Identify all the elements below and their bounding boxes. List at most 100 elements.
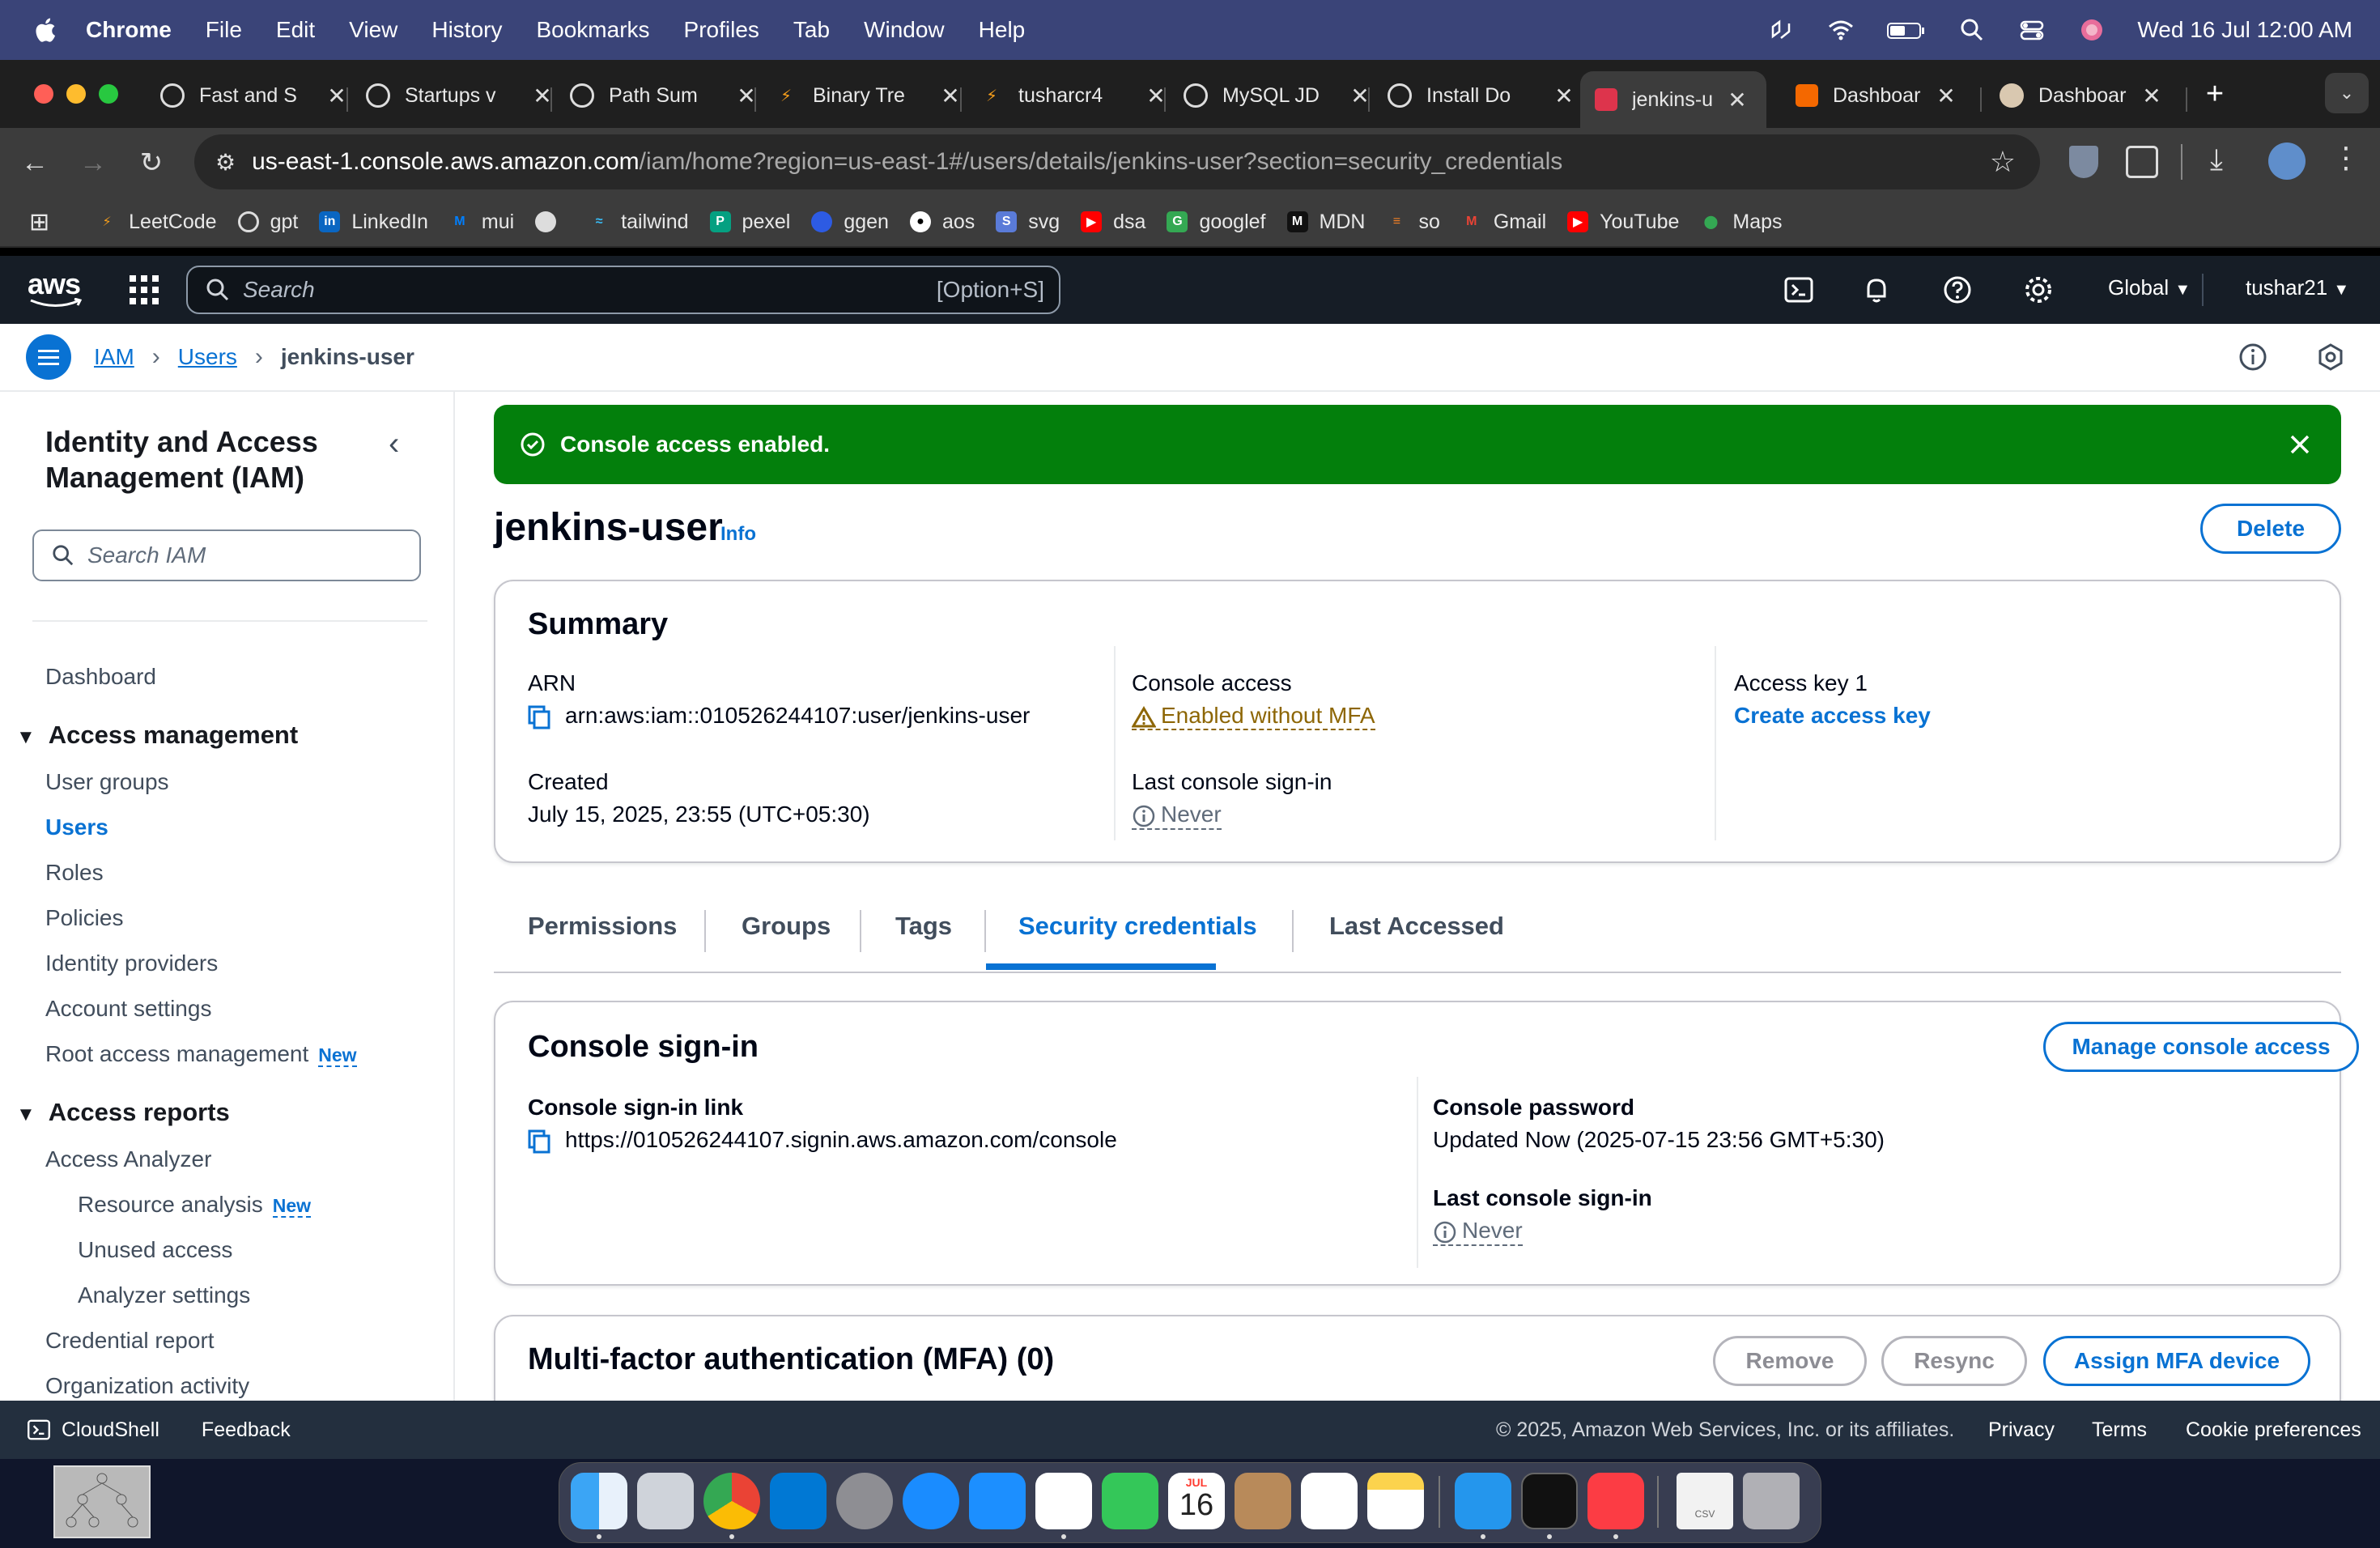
close-icon[interactable] (2288, 432, 2312, 457)
calendar-icon[interactable]: JUL 16 (1168, 1473, 1225, 1529)
bookmark-dsa[interactable]: ▶ dsa (1081, 211, 1145, 234)
close-icon[interactable]: ✕ (1721, 87, 1753, 113)
sidebar-item-user-groups[interactable]: User groups (45, 769, 169, 795)
contacts-icon[interactable] (1235, 1473, 1291, 1529)
copy-icon[interactable] (528, 1129, 550, 1154)
resync-mfa-button[interactable]: Resync (1881, 1336, 2027, 1386)
browser-tab[interactable]: Install Do ✕ (1373, 71, 1580, 120)
address-bar[interactable]: ⚙ us-east-1.console.aws.amazon.com/iam/h… (194, 134, 2040, 189)
sidebar-item-credential-report[interactable]: Credential report (45, 1328, 215, 1354)
music-icon[interactable] (1587, 1473, 1644, 1529)
finder-icon[interactable] (571, 1473, 627, 1529)
wifi-icon[interactable] (1826, 15, 1855, 45)
collapse-sidebar-button[interactable]: ‹ (389, 426, 399, 462)
browser-tab-active[interactable]: jenkins-u ✕ (1580, 71, 1766, 128)
photos-icon[interactable] (1035, 1473, 1092, 1529)
sidebar-item-roles[interactable]: Roles (45, 860, 104, 886)
bookmark-aos[interactable]: ● aos (909, 211, 975, 234)
reminders-icon[interactable] (1301, 1473, 1358, 1529)
account-menu[interactable]: tushar21 ▼ (2246, 275, 2349, 300)
tab-last-accessed[interactable]: Last Accessed (1329, 912, 1504, 941)
window-minimize-button[interactable] (66, 84, 86, 104)
sidebar-item-root-access-management[interactable]: Root access management New (45, 1041, 357, 1067)
manage-console-access-button[interactable]: Manage console access (2043, 1022, 2359, 1072)
bookmark-gpt[interactable]: gpt (237, 211, 298, 234)
apps-grid-icon[interactable]: ⊞ (29, 208, 49, 236)
menubar-edit[interactable]: Edit (276, 17, 315, 43)
desktop-thumbnail[interactable] (53, 1465, 151, 1538)
remove-mfa-button[interactable]: Remove (1713, 1336, 1867, 1386)
delete-button[interactable]: Delete (2200, 504, 2341, 554)
menubar-view[interactable]: View (349, 17, 397, 43)
cloudshell-icon[interactable] (1783, 274, 1815, 306)
bookmark-tailwind[interactable]: ≈ tailwind (589, 211, 689, 234)
q-assistant-icon[interactable] (2315, 342, 2346, 372)
battery-icon[interactable] (1886, 15, 1927, 45)
close-icon[interactable]: ✕ (1140, 83, 1172, 109)
bookmark-ggen[interactable]: ggen (811, 211, 889, 234)
spotlight-search-icon[interactable] (1957, 15, 1987, 45)
breadcrumb-iam[interactable]: IAM (94, 344, 134, 370)
console-access-status[interactable]: Enabled without MFA (1131, 703, 1375, 730)
last-console-signin-value[interactable]: Never (1433, 1218, 1523, 1246)
browser-tab[interactable]: MySQL JD ✕ (1169, 71, 1376, 120)
sidebar-item-identity-providers[interactable]: Identity providers (45, 950, 218, 976)
browser-tab[interactable]: Path Sum ✕ (555, 71, 763, 120)
create-access-key-link[interactable]: Create access key (1734, 703, 1931, 729)
bookmark-maps[interactable]: ⬤ Maps (1700, 211, 1782, 234)
system-settings-icon[interactable] (836, 1473, 893, 1529)
aws-search-input[interactable]: Search [Option+S] (186, 266, 1060, 314)
apple-icon[interactable] (32, 16, 57, 44)
sidebar-item-users[interactable]: Users (45, 814, 108, 840)
close-icon[interactable]: ✕ (1344, 83, 1376, 109)
launchpad-icon[interactable] (637, 1473, 694, 1529)
menubar-tab[interactable]: Tab (793, 17, 830, 43)
notes-icon[interactable] (1367, 1473, 1424, 1529)
assign-mfa-device-button[interactable]: Assign MFA device (2043, 1336, 2310, 1386)
browser-tab[interactable]: ⚡ Binary Tre ✕ (759, 71, 967, 120)
extensions-icon[interactable] (2126, 146, 2158, 178)
menubar-bookmarks[interactable]: Bookmarks (536, 17, 649, 43)
notifications-bell-icon[interactable] (1860, 274, 1893, 306)
copy-icon[interactable] (528, 705, 550, 729)
facetime-icon[interactable] (1102, 1473, 1158, 1529)
reload-button[interactable]: ↻ (133, 144, 170, 181)
sidebar-item-organization-activity[interactable]: Organization activity (45, 1373, 249, 1399)
sidebar-search-input[interactable]: Search IAM (32, 529, 421, 581)
close-icon[interactable]: ✕ (1930, 83, 1962, 109)
sidebar-item-analyzer-settings[interactable]: Analyzer settings (78, 1282, 250, 1308)
docker-icon[interactable] (1455, 1473, 1511, 1529)
back-button[interactable]: ← (16, 144, 53, 181)
bookmark-gmail[interactable]: M Gmail (1461, 211, 1546, 234)
window-zoom-button[interactable] (99, 84, 118, 104)
download-icon[interactable]: ⤓ (2210, 142, 2223, 177)
region-selector[interactable]: Global ▼ (2108, 275, 2191, 300)
cloudshell-button[interactable]: CloudShell (26, 1417, 159, 1443)
close-icon[interactable]: ✕ (730, 83, 763, 109)
bookmark-leetcode[interactable]: ⚡ LeetCode (96, 211, 217, 234)
sidebar-section-access-reports[interactable]: ▼ Access reports (16, 1098, 230, 1127)
menubar-datetime[interactable]: Wed 16 Jul 12:00 AM (2137, 17, 2352, 43)
close-icon[interactable]: ✕ (2136, 83, 2168, 109)
vscode-icon[interactable] (770, 1473, 827, 1529)
privacy-link[interactable]: Privacy (1988, 1418, 2055, 1442)
safari-icon[interactable] (903, 1473, 959, 1529)
bookmark-mdn[interactable]: M MDN (1286, 211, 1365, 234)
terms-link[interactable]: Terms (2092, 1418, 2147, 1442)
services-grid-icon[interactable] (130, 275, 159, 304)
menubar-help[interactable]: Help (979, 17, 1026, 43)
browser-tab[interactable]: Startups v ✕ (351, 71, 559, 120)
feedback-link[interactable]: Feedback (202, 1418, 291, 1442)
sidebar-item-policies[interactable]: Policies (45, 905, 123, 931)
close-icon[interactable]: ✕ (526, 83, 559, 109)
window-close-button[interactable] (34, 84, 53, 104)
bookmark-svg[interactable]: Ssvg (996, 211, 1060, 234)
terminal-icon[interactable] (1521, 1473, 1578, 1529)
close-icon[interactable]: ✕ (1548, 83, 1580, 109)
aws-logo[interactable]: aws (28, 267, 84, 313)
app-store-icon[interactable] (969, 1473, 1026, 1529)
tab-tags[interactable]: Tags (895, 912, 952, 941)
help-icon[interactable] (1941, 274, 1974, 306)
browser-tab[interactable]: Fast and S ✕ (146, 71, 353, 120)
bookmark-pexel[interactable]: Ppexel (709, 211, 790, 234)
